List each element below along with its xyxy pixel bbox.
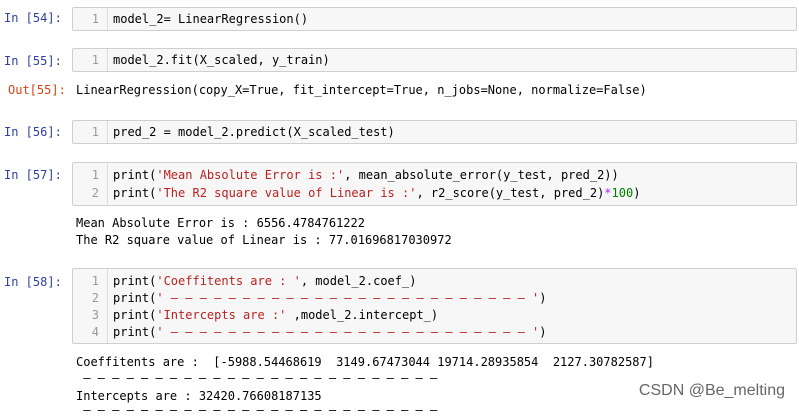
line-number: 3 — [91, 308, 99, 322]
code-line[interactable]: print('The R2 square value of Linear is … — [113, 186, 640, 200]
line-number: 1 — [91, 12, 99, 26]
code-token: , mean_absolute_error(y_test, pred_2)) — [344, 168, 619, 182]
input-prompt-57: In [57]: — [4, 168, 62, 182]
code-line[interactable]: print(' — — — — — — — — — — — — — — — — … — [113, 325, 547, 339]
code-line[interactable]: print('Intercepts are :' ,model_2.interc… — [113, 308, 438, 322]
code-line[interactable]: pred_2 = model_2.predict(X_scaled_test) — [113, 125, 395, 139]
input-prompt-54: In [54]: — [4, 11, 62, 25]
line-number: 2 — [91, 291, 99, 305]
output-prompt-55: Out[55]: — [8, 83, 66, 97]
code-line[interactable]: model_2= LinearRegression() — [113, 12, 308, 26]
line-number: 1 — [91, 168, 99, 182]
code-cell-54[interactable]: 1 model_2= LinearRegression() — [72, 7, 797, 31]
code-token: print( — [113, 325, 157, 339]
line-number: 1 — [91, 274, 99, 288]
string-literal: 'Intercepts are :' — [156, 308, 287, 322]
cell-output-line: — — — — — — — — — — — — — — — — — — — — … — [76, 371, 445, 385]
string-literal: 'Coeffitents are : ' — [156, 274, 301, 288]
code-line[interactable]: print('Coeffitents are : ', model_2.coef… — [113, 274, 416, 288]
code-token: print( — [113, 186, 157, 200]
string-literal: 'The R2 square value of Linear is :' — [156, 186, 417, 200]
code-token: print( — [113, 168, 157, 182]
code-token: print( — [113, 274, 157, 288]
code-cell-57[interactable]: 1 print('Mean Absolute Error is :', mean… — [72, 162, 797, 206]
code-token: print( — [113, 291, 157, 305]
line-number: 4 — [91, 325, 99, 339]
operator: * — [604, 186, 612, 200]
code-token: print( — [113, 308, 157, 322]
input-prompt-56: In [56]: — [4, 125, 62, 139]
number-literal: 100 — [611, 186, 634, 200]
line-number: 1 — [91, 53, 99, 67]
cell-output-line: Coeffitents are : [-5988.54468619 3149.6… — [76, 355, 654, 369]
code-token: ) — [539, 325, 547, 339]
code-token: , r2_score(y_test, pred_2) — [416, 186, 605, 200]
code-cell-55[interactable]: 1 model_2.fit(X_scaled, y_train) — [72, 48, 797, 72]
code-line[interactable]: print(' — — — — — — — — — — — — — — — — … — [113, 291, 547, 305]
string-literal: ' — — — — — — — — — — — — — — — — — — — … — [156, 325, 540, 339]
line-number: 1 — [91, 125, 99, 139]
watermark: CSDN @Be_melting — [638, 382, 785, 399]
code-line[interactable]: model_2.fit(X_scaled, y_train) — [113, 53, 330, 67]
code-token: ) — [633, 186, 641, 200]
string-literal: ' — — — — — — — — — — — — — — — — — — — … — [156, 291, 540, 305]
cell-output: LinearRegression(copy_X=True, fit_interc… — [76, 83, 647, 97]
code-cell-58[interactable]: 1 print('Coeffitents are : ', model_2.co… — [72, 268, 797, 344]
code-token: , model_2.coef_) — [300, 274, 417, 288]
code-cell-56[interactable]: 1 pred_2 = model_2.predict(X_scaled_test… — [72, 120, 797, 144]
code-token: ) — [539, 291, 547, 305]
code-token: ,model_2.intercept_) — [286, 308, 439, 322]
line-number: 2 — [91, 186, 99, 200]
string-literal: 'Mean Absolute Error is :' — [156, 168, 345, 182]
input-prompt-58: In [58]: — [4, 275, 62, 289]
cell-output-line: Mean Absolute Error is : 6556.4784761222 — [76, 216, 365, 230]
input-prompt-55: In [55]: — [4, 54, 62, 68]
cell-output-line: The R2 square value of Linear is : 77.01… — [76, 233, 452, 247]
cell-output-line: — — — — — — — — — — — — — — — — — — — — … — [76, 403, 445, 417]
code-line[interactable]: print('Mean Absolute Error is :', mean_a… — [113, 168, 619, 182]
cell-output-line: Intercepts are : 32420.76608187135 — [76, 389, 322, 403]
